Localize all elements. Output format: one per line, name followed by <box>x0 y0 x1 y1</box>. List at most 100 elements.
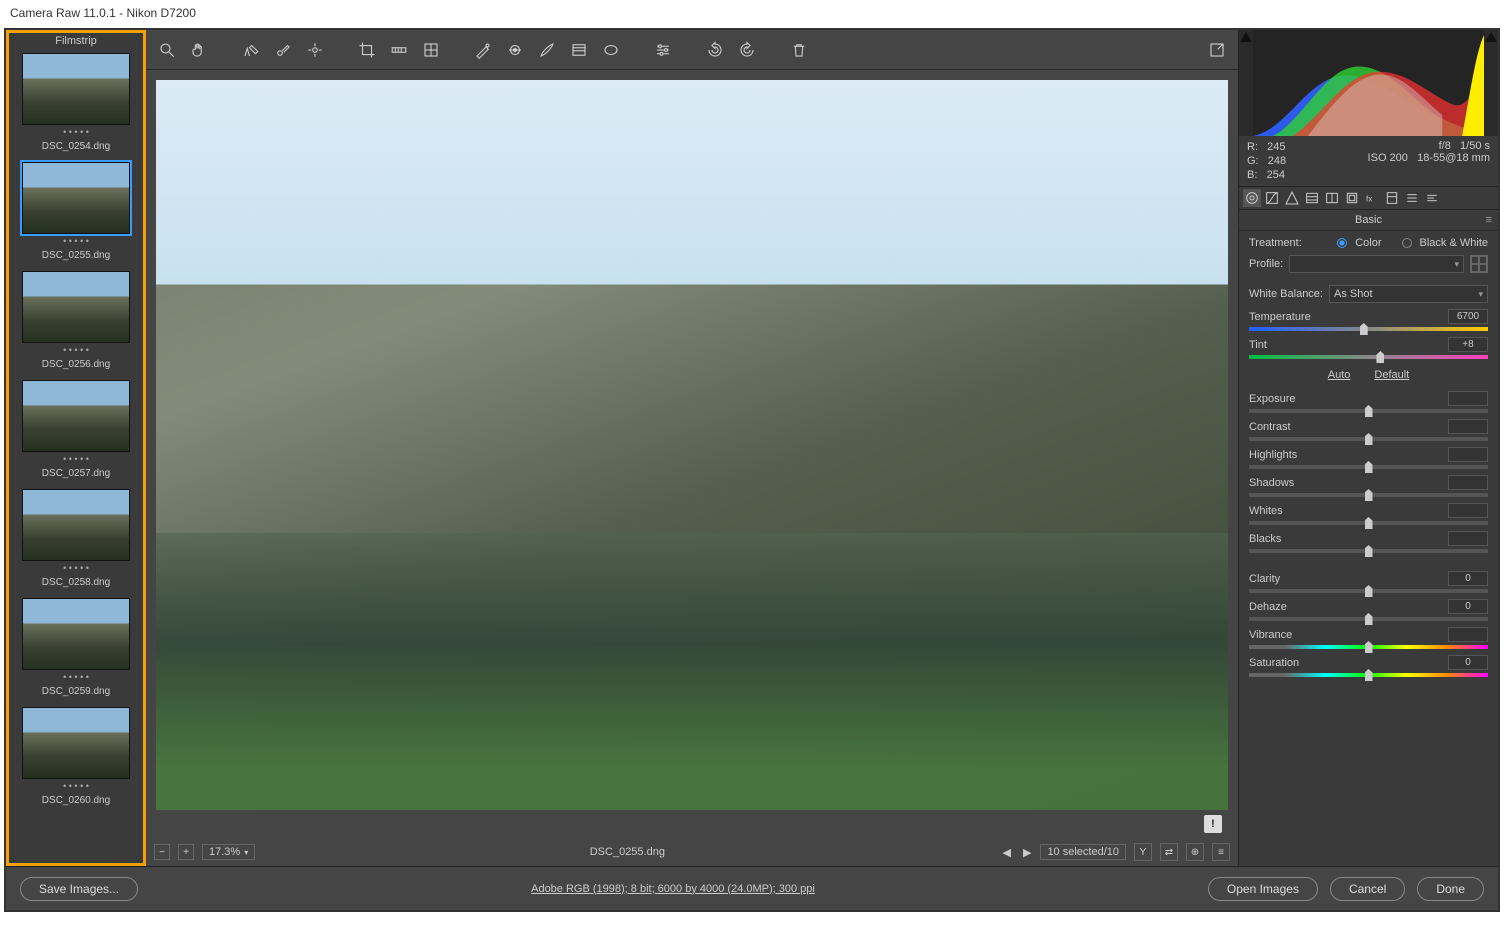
zoom-in-icon[interactable]: + <box>178 844 194 860</box>
preferences-icon[interactable] <box>652 39 674 61</box>
radial-tool-icon[interactable] <box>600 39 622 61</box>
tab-basic-icon[interactable] <box>1243 189 1261 207</box>
histogram[interactable] <box>1253 30 1484 136</box>
next-image-icon[interactable]: ▶ <box>1020 846 1034 859</box>
treatment-color-label: Color <box>1355 237 1381 249</box>
shadows-value[interactable] <box>1448 475 1488 490</box>
tab-split-icon[interactable] <box>1323 189 1341 207</box>
filmstrip-thumb[interactable]: • • • • •DSC_0259.dng <box>15 598 137 703</box>
clarity-slider[interactable] <box>1249 589 1488 593</box>
wb-label: White Balance: <box>1249 288 1323 300</box>
window-title: Camera Raw 11.0.1 - Nikon D7200 <box>0 0 1504 28</box>
blacks-value[interactable] <box>1448 531 1488 546</box>
tab-snapshots-icon[interactable] <box>1423 189 1441 207</box>
filmstrip-thumb[interactable]: • • • • •DSC_0258.dng <box>15 489 137 594</box>
shadow-clip-icon[interactable] <box>1239 30 1253 136</box>
redeye-tool-icon[interactable] <box>504 39 526 61</box>
filmstrip-thumb[interactable]: • • • • •DSC_0256.dng <box>15 271 137 376</box>
tab-lens-icon[interactable] <box>1343 189 1361 207</box>
hand-tool-icon[interactable] <box>188 39 210 61</box>
copy-settings-icon[interactable]: ⊕ <box>1186 843 1204 861</box>
zoom-out-icon[interactable]: − <box>154 844 170 860</box>
temp-slider[interactable] <box>1249 327 1488 331</box>
saturation-value[interactable]: 0 <box>1448 655 1488 670</box>
highlights-label: Highlights <box>1249 449 1297 461</box>
swap-icon[interactable]: ⇄ <box>1160 843 1178 861</box>
profile-browser-icon[interactable] <box>1470 255 1488 273</box>
footer: Save Images... Adobe RGB (1998); 8 bit; … <box>6 866 1498 910</box>
dehaze-value[interactable]: 0 <box>1448 599 1488 614</box>
filmstrip-list[interactable]: • • • • •DSC_0254.dng• • • • •DSC_0255.d… <box>9 49 143 863</box>
white-balance-tool-icon[interactable] <box>240 39 262 61</box>
image-preview[interactable] <box>156 80 1228 810</box>
tint-slider[interactable] <box>1249 355 1488 359</box>
filmstrip-thumb[interactable]: • • • • •DSC_0257.dng <box>15 380 137 485</box>
rotate-ccw-icon[interactable] <box>704 39 726 61</box>
zoom-tool-icon[interactable] <box>156 39 178 61</box>
rotate-cw-icon[interactable] <box>736 39 758 61</box>
tab-fx-icon[interactable]: fx <box>1363 189 1381 207</box>
dehaze-slider[interactable] <box>1249 617 1488 621</box>
saturation-slider[interactable] <box>1249 673 1488 677</box>
whites-value[interactable] <box>1448 503 1488 518</box>
prev-image-icon[interactable]: ◀ <box>1000 846 1014 859</box>
wb-select[interactable]: As Shot▾ <box>1329 285 1488 303</box>
tint-label: Tint <box>1249 339 1267 351</box>
color-sampler-tool-icon[interactable] <box>272 39 294 61</box>
default-link[interactable]: Default <box>1374 369 1409 381</box>
clarity-label: Clarity <box>1249 573 1280 585</box>
profile-select[interactable]: ▾ <box>1289 255 1464 273</box>
open-images-button[interactable]: Open Images <box>1208 877 1318 901</box>
tab-curve-icon[interactable] <box>1263 189 1281 207</box>
vibrance-slider[interactable] <box>1249 645 1488 649</box>
toggle-fullscreen-icon[interactable] <box>1206 39 1228 61</box>
tab-hsl-icon[interactable] <box>1303 189 1321 207</box>
filmstrip-thumb[interactable]: • • • • •DSC_0255.dng <box>15 162 137 267</box>
clarity-value[interactable]: 0 <box>1448 571 1488 586</box>
exposure-label: Exposure <box>1249 393 1295 405</box>
spot-removal-tool-icon[interactable] <box>472 39 494 61</box>
tab-calibration-icon[interactable] <box>1383 189 1401 207</box>
straighten-tool-icon[interactable] <box>388 39 410 61</box>
target-adjust-tool-icon[interactable] <box>304 39 326 61</box>
vibrance-label: Vibrance <box>1249 629 1292 641</box>
treatment-label: Treatment: <box>1249 237 1302 249</box>
tab-detail-icon[interactable] <box>1283 189 1301 207</box>
panel-menu-icon[interactable]: ≡ <box>1486 214 1492 226</box>
filmstrip-thumb[interactable]: • • • • •DSC_0260.dng <box>15 707 137 812</box>
whites-slider[interactable] <box>1249 521 1488 525</box>
profile-label: Profile: <box>1249 258 1283 270</box>
filmstrip-thumb[interactable]: • • • • •DSC_0254.dng <box>15 53 137 158</box>
zoom-level[interactable]: 17.3%▾ <box>202 844 255 860</box>
highlights-slider[interactable] <box>1249 465 1488 469</box>
highlight-clip-icon[interactable] <box>1484 30 1498 136</box>
auto-link[interactable]: Auto <box>1328 369 1351 381</box>
warning-icon[interactable]: ! <box>1204 815 1222 833</box>
cancel-button[interactable]: Cancel <box>1330 877 1405 901</box>
vibrance-value[interactable] <box>1448 627 1488 642</box>
shadows-label: Shadows <box>1249 477 1294 489</box>
save-images-button[interactable]: Save Images... <box>20 877 138 901</box>
filter-icon[interactable]: ≡ <box>1212 843 1230 861</box>
trash-icon[interactable] <box>788 39 810 61</box>
brush-tool-icon[interactable] <box>536 39 558 61</box>
contrast-value[interactable] <box>1448 419 1488 434</box>
contrast-slider[interactable] <box>1249 437 1488 441</box>
tint-value[interactable]: +8 <box>1448 337 1488 352</box>
shadows-slider[interactable] <box>1249 493 1488 497</box>
gradient-tool-icon[interactable] <box>568 39 590 61</box>
temp-value[interactable]: 6700 <box>1448 309 1488 324</box>
treatment-color-radio[interactable] <box>1337 238 1347 248</box>
saturation-label: Saturation <box>1249 657 1299 669</box>
transform-tool-icon[interactable] <box>420 39 442 61</box>
treatment-bw-radio[interactable] <box>1402 238 1412 248</box>
highlights-value[interactable] <box>1448 447 1488 462</box>
exposure-slider[interactable] <box>1249 409 1488 413</box>
exposure-value[interactable] <box>1448 391 1488 406</box>
blacks-slider[interactable] <box>1249 549 1488 553</box>
workflow-options-link[interactable]: Adobe RGB (1998); 8 bit; 6000 by 4000 (2… <box>150 883 1196 895</box>
done-button[interactable]: Done <box>1417 877 1484 901</box>
before-after-icon[interactable]: Y <box>1134 843 1152 861</box>
crop-tool-icon[interactable] <box>356 39 378 61</box>
tab-presets-icon[interactable] <box>1403 189 1421 207</box>
